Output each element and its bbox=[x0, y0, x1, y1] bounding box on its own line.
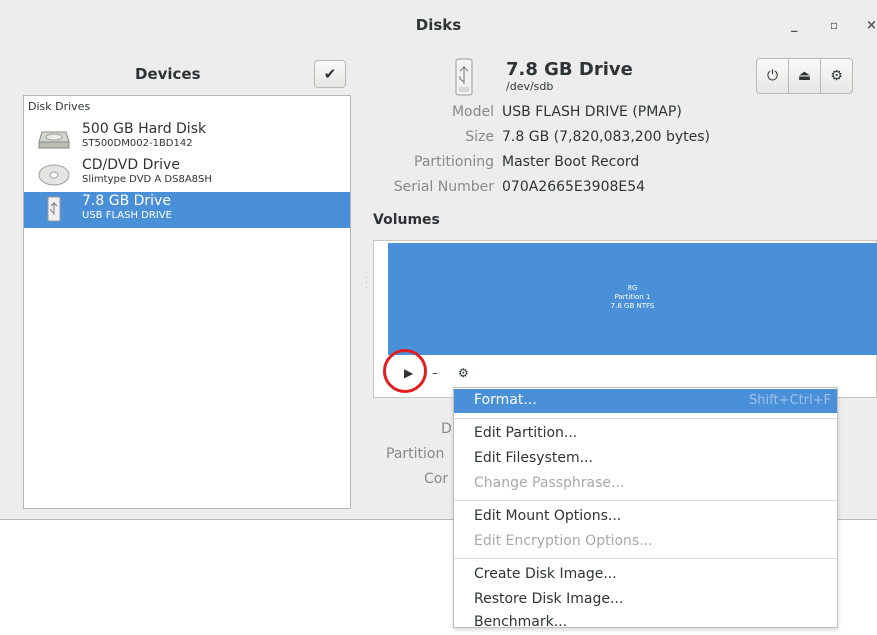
menu-item-label: Edit Filesystem... bbox=[474, 450, 593, 466]
menu-item-edit-filesystem[interactable]: Edit Filesystem... bbox=[454, 447, 837, 471]
pane-separator[interactable]: · · · · bbox=[365, 269, 368, 300]
menu-item-edit-partition[interactable]: Edit Partition... bbox=[454, 422, 837, 446]
menu-item-label: Change Passphrase... bbox=[474, 475, 625, 491]
drive-path: /dev/sdb bbox=[506, 80, 554, 93]
usb-drive-icon bbox=[47, 196, 61, 222]
power-icon: ⏻ bbox=[766, 68, 779, 84]
device-item-hard-disk[interactable]: 500 GB Hard Disk ST500DM002-1BD142 bbox=[24, 120, 350, 156]
menu-item-edit-encryption-options: Edit Encryption Options... bbox=[454, 530, 837, 554]
usb-drive-icon bbox=[455, 58, 473, 96]
drive-toolbar: ⏻ ⏏ ⚙ bbox=[756, 58, 853, 94]
device-item-cd-dvd[interactable]: CD/DVD Drive Slimtype DVD A DS8A8SH bbox=[24, 156, 350, 192]
minimize-button[interactable]: _ bbox=[791, 18, 798, 33]
device-name: 7.8 GB Drive bbox=[82, 193, 171, 209]
menu-item-label: Format... bbox=[474, 392, 537, 408]
serial-number-value: 070A2665E3908E54 bbox=[502, 179, 646, 195]
menu-item-label: Restore Disk Image... bbox=[474, 591, 624, 607]
menu-item-label: Edit Mount Options... bbox=[474, 508, 622, 524]
partitioning-value: Master Boot Record bbox=[502, 154, 640, 170]
menu-item-change-passphrase: Change Passphrase... bbox=[454, 472, 837, 496]
optical-drive-icon bbox=[38, 164, 70, 186]
menu-item-create-disk-image[interactable]: Create Disk Image... bbox=[454, 563, 837, 587]
size-value: 7.8 GB (7,820,083,200 bytes) bbox=[502, 129, 710, 145]
title-bar: Disks _ ▫ × bbox=[0, 0, 877, 52]
model-value: USB FLASH DRIVE (PMAP) bbox=[502, 104, 682, 120]
menu-item-format[interactable]: Format... Shift+Ctrl+F bbox=[454, 389, 837, 413]
device-model: Slimtype DVD A DS8A8SH bbox=[82, 174, 212, 185]
menu-item-label: Edit Partition... bbox=[474, 425, 578, 441]
partition-size: 8G bbox=[627, 284, 638, 292]
model-label: Model bbox=[451, 104, 494, 120]
partition-name: Partition 1 bbox=[614, 293, 651, 301]
partition-context-menu: Format... Shift+Ctrl+F Edit Partition...… bbox=[453, 387, 838, 630]
menu-separator bbox=[454, 418, 837, 419]
contents-label-partial: Cor bbox=[424, 471, 449, 487]
hard-disk-icon bbox=[38, 131, 70, 149]
device-model: USB FLASH DRIVE bbox=[82, 210, 172, 221]
highlight-annotation bbox=[383, 349, 427, 393]
eject-button[interactable]: ⏏ bbox=[788, 58, 821, 94]
close-button[interactable]: × bbox=[866, 18, 877, 33]
menu-separator bbox=[454, 558, 837, 559]
devices-title: Devices bbox=[135, 65, 201, 83]
delete-partition-icon[interactable]: – bbox=[432, 366, 438, 380]
power-off-button[interactable]: ⏻ bbox=[756, 58, 789, 94]
selection-mode-button[interactable]: ✔ bbox=[314, 60, 346, 88]
devices-header: Devices ✔ bbox=[0, 52, 363, 94]
window-title: Disks bbox=[415, 16, 462, 34]
partitioning-label: Partitioning bbox=[414, 154, 494, 170]
eject-icon: ⏏ bbox=[797, 68, 812, 84]
partition-type-label-partial: Partition bbox=[386, 446, 445, 462]
gear-icon: ⚙ bbox=[830, 68, 843, 84]
device-name: 500 GB Hard Disk bbox=[82, 121, 207, 137]
menu-item-shortcut: Shift+Ctrl+F bbox=[749, 393, 831, 408]
device-name: CD/DVD Drive bbox=[82, 157, 180, 173]
menu-item-label: Edit Encryption Options... bbox=[474, 533, 653, 549]
partition-fs: 7.8 GB NTFS bbox=[610, 302, 655, 310]
menu-item-benchmark[interactable]: Benchmark... bbox=[454, 611, 837, 635]
check-icon: ✔ bbox=[323, 65, 337, 83]
volumes-title: Volumes bbox=[373, 212, 440, 228]
drive-title: 7.8 GB Drive bbox=[506, 59, 633, 80]
gears-icon[interactable]: ⚙ bbox=[458, 366, 469, 380]
menu-separator bbox=[454, 500, 837, 501]
device-list: Disk Drives 500 GB Hard Disk ST500DM002-… bbox=[23, 95, 351, 509]
drive-settings-button[interactable]: ⚙ bbox=[820, 58, 853, 94]
device-model: ST500DM002-1BD142 bbox=[82, 138, 193, 149]
device-item-usb-drive[interactable]: 7.8 GB Drive USB FLASH DRIVE bbox=[24, 192, 350, 228]
serial-number-label: Serial Number bbox=[393, 179, 494, 195]
partition-1-block[interactable]: 8G Partition 1 7.8 GB NTFS bbox=[388, 243, 877, 355]
size-label: Size bbox=[465, 129, 494, 145]
menu-item-edit-mount-options[interactable]: Edit Mount Options... bbox=[454, 505, 837, 529]
maximize-button[interactable]: ▫ bbox=[830, 18, 838, 32]
menu-item-restore-disk-image[interactable]: Restore Disk Image... bbox=[454, 588, 837, 612]
menu-item-label: Create Disk Image... bbox=[474, 566, 617, 582]
device-label-partial: D bbox=[441, 421, 452, 437]
disk-drives-heading: Disk Drives bbox=[28, 100, 91, 113]
